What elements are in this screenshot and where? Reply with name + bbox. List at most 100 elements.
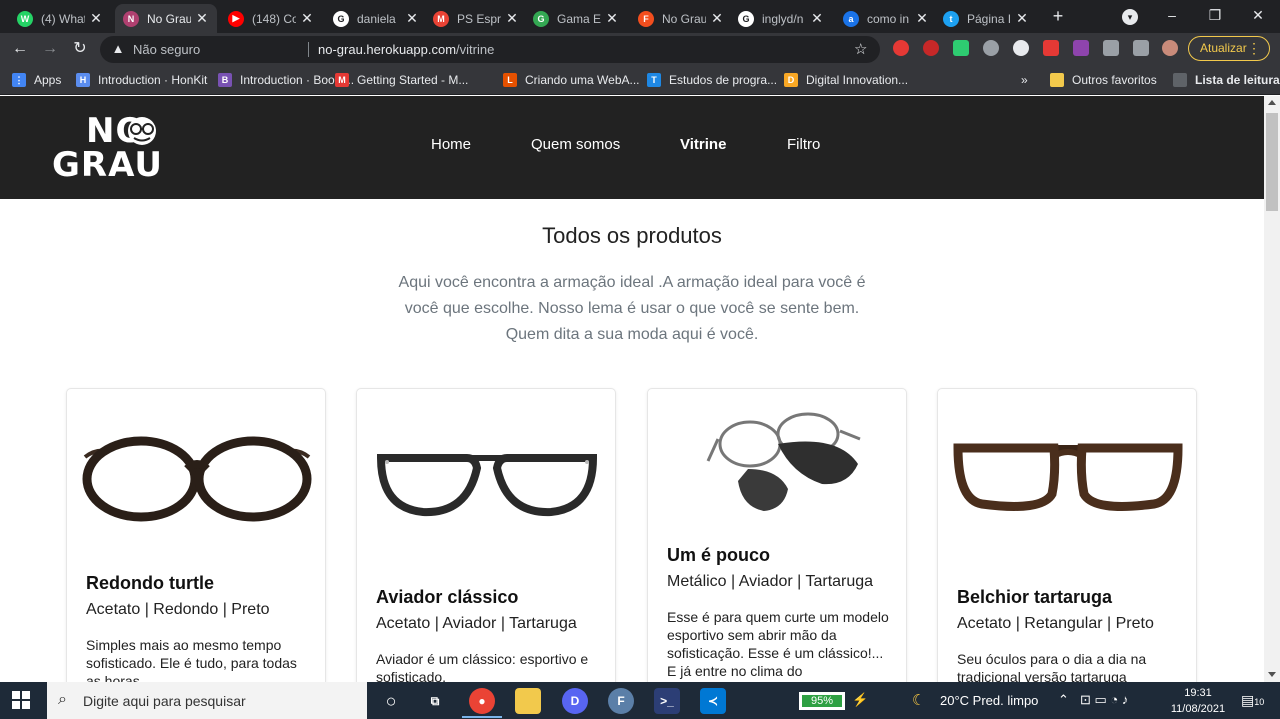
bookmark-item[interactable]: B Introduction · Boots... <box>218 72 354 88</box>
tab-close-icon[interactable]: ✕ <box>195 10 209 27</box>
tab-favicon-icon: G <box>533 10 549 27</box>
tab-title: Gama Ex <box>557 11 601 26</box>
extension-tp-icon[interactable] <box>1043 40 1059 56</box>
nav-link-quem-somos[interactable]: Quem somos <box>531 136 620 153</box>
tab-close-icon[interactable]: ✕ <box>710 10 724 27</box>
notification-center-icon[interactable]: ▤10 <box>1241 692 1264 710</box>
bookmark-item[interactable]: L Criando uma WebA... <box>503 72 640 88</box>
extensions-puzzle-icon[interactable] <box>1103 40 1119 56</box>
new-tab-button[interactable]: + <box>1048 6 1068 26</box>
browser-tab[interactable]: Ginglyd/n ✕ <box>730 4 832 33</box>
vscode-icon[interactable]: ≺ <box>700 688 726 714</box>
figma-app-icon[interactable]: F <box>608 688 634 714</box>
other-bookmarks-label: Outros favoritos <box>1072 73 1157 87</box>
tray-chevron-icon[interactable]: ⌃ <box>1058 692 1069 708</box>
windows-taskbar: ⌕ Digite aqui para pesquisar ○ ⧉ ● D F >… <box>0 682 1280 719</box>
extension-ublock-icon[interactable] <box>923 40 939 56</box>
tab-close-icon[interactable]: ✕ <box>915 10 929 27</box>
back-icon[interactable]: ← <box>9 38 31 60</box>
bookmark-label: Estudos de progra... <box>669 73 778 87</box>
cortana-icon[interactable]: ○ <box>378 688 404 714</box>
tab-search-icon[interactable]: ▾ <box>1122 9 1138 25</box>
browser-tab[interactable]: Gdaniela ✕ <box>325 4 427 33</box>
chrome-icon[interactable]: ● <box>469 688 495 714</box>
tab-close-icon[interactable]: ✕ <box>300 10 314 27</box>
bookmark-item[interactable]: D Digital Innovation... <box>784 72 908 88</box>
tray-icons[interactable]: ⊡ ▭ ◔ ♪ <box>1080 692 1128 708</box>
weather-moon-icon[interactable]: ☾ <box>912 691 925 709</box>
windows-start-icon[interactable] <box>12 691 30 709</box>
reading-list[interactable]: Lista de leitura <box>1173 72 1280 88</box>
search-icon: ⌕ <box>58 691 67 708</box>
tab-favicon-icon: ▶ <box>228 10 244 27</box>
nav-link-home[interactable]: Home <box>431 136 471 153</box>
extension-color-icon[interactable] <box>1073 40 1089 56</box>
tab-favicon-icon: W <box>17 10 33 27</box>
bookmark-favicon-icon: ⋮ <box>12 73 26 87</box>
browser-tab[interactable]: a como in ✕ <box>835 4 937 33</box>
browser-tab[interactable]: ▶ (148) Co ✕ <box>220 4 322 33</box>
bookmark-item[interactable]: H Introduction · HonKit <box>76 72 207 88</box>
weather-text[interactable]: 20°C Pred. limpo <box>940 693 1038 708</box>
product-card[interactable]: Aviador clássico Acetato | Aviador | Tar… <box>356 388 616 682</box>
profile-avatar[interactable] <box>1162 40 1178 56</box>
menu-dots-icon[interactable]: ⋮ <box>1247 37 1261 60</box>
site-logo[interactable]: NO GRAU <box>52 114 163 182</box>
extension-notion-icon[interactable] <box>953 40 969 56</box>
file-explorer-icon[interactable] <box>515 688 541 714</box>
scrollbar-thumb[interactable] <box>1266 113 1278 211</box>
page-scrollbar[interactable] <box>1264 96 1280 682</box>
browser-tab-strip: W (4) What ✕ N No Grau ✕ ▶ (148) Co ✕ Gdaniela ✕ M P… <box>0 0 1280 33</box>
browser-tab[interactable]: G Gama Ex ✕ <box>525 4 627 33</box>
tab-favicon-icon: t <box>943 10 959 27</box>
close-window-icon[interactable]: ✕ <box>1248 5 1268 25</box>
browser-tab[interactable]: F No Grau ✕ <box>630 4 732 33</box>
tab-close-icon[interactable]: ✕ <box>1015 10 1029 27</box>
bookmark-item[interactable]: M Getting Started - M... <box>335 72 468 88</box>
scroll-down-icon[interactable] <box>1268 672 1276 677</box>
product-tags: Acetato | Aviador | Tartaruga <box>376 615 577 632</box>
extension-bulb-icon[interactable] <box>983 40 999 56</box>
product-card[interactable]: Belchior tartaruga Acetato | Retangular … <box>937 388 1197 682</box>
discord-icon[interactable]: D <box>562 688 588 714</box>
tab-close-icon[interactable]: ✕ <box>505 10 519 27</box>
other-bookmarks[interactable]: Outros favoritos <box>1050 72 1157 88</box>
url-text: no-grau.herokuapp.com/vitrine <box>318 42 494 57</box>
bookmark-label: Getting Started - M... <box>357 73 469 87</box>
task-view-icon[interactable]: ⧉ <box>422 688 448 714</box>
extension-adblock-icon[interactable] <box>893 40 909 56</box>
nav-link-vitrine[interactable]: Vitrine <box>680 136 726 153</box>
bookmark-item[interactable]: ⋮ Apps <box>12 72 61 88</box>
tab-close-icon[interactable]: ✕ <box>605 10 619 27</box>
product-card[interactable]: Redondo turtle Acetato | Redondo | Preto… <box>66 388 326 682</box>
reload-icon[interactable]: ↻ <box>69 38 91 60</box>
extension-speed-icon[interactable] <box>1013 40 1029 56</box>
tab-close-icon[interactable]: ✕ <box>810 10 824 27</box>
browser-tab[interactable]: W (4) What ✕ <box>9 4 111 33</box>
bookmark-label: Digital Innovation... <box>806 73 909 87</box>
address-bar[interactable]: ▲ Não seguro no-grau.herokuapp.com/vitri… <box>100 36 880 63</box>
terminal-icon[interactable]: >_ <box>654 688 680 714</box>
tab-close-icon[interactable]: ✕ <box>405 10 419 27</box>
product-card[interactable]: Um é pouco Metálico | Aviador | Tartarug… <box>647 388 907 682</box>
update-button[interactable]: Atualizar ⋮ <box>1188 36 1270 61</box>
bookmarks-overflow-icon[interactable]: » <box>1021 72 1028 88</box>
bookmark-item[interactable]: T Estudos de progra... <box>647 72 777 88</box>
browser-tab[interactable]: M PS Espre ✕ <box>425 4 527 33</box>
tab-close-icon[interactable]: ✕ <box>89 10 103 27</box>
browser-tab[interactable]: t Página I ✕ <box>935 4 1037 33</box>
nav-link-filtro[interactable]: Filtro <box>787 136 820 153</box>
scroll-up-icon[interactable] <box>1268 100 1276 105</box>
bookmark-star-icon[interactable]: ☆ <box>854 40 867 58</box>
forward-icon[interactable]: → <box>39 38 61 60</box>
tab-title: daniela <box>357 11 396 26</box>
battery-icon[interactable]: 95% <box>799 692 845 710</box>
taskbar-search-box[interactable]: ⌕ Digite aqui para pesquisar <box>47 682 367 719</box>
system-clock[interactable]: 19:31 11/08/2021 <box>1168 685 1228 717</box>
tab-title: (148) Co <box>252 11 296 26</box>
restore-icon[interactable]: ❐ <box>1205 5 1225 25</box>
media-queue-icon[interactable] <box>1133 40 1149 56</box>
minimize-icon[interactable]: – <box>1162 5 1182 25</box>
product-description: Simples mais ao mesmo tempo sofisticado.… <box>86 637 297 682</box>
browser-tab[interactable]: N No Grau ✕ <box>115 4 217 33</box>
